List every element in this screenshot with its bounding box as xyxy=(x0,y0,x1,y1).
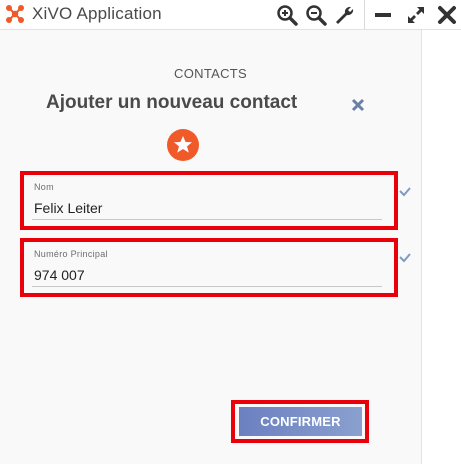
side-strip xyxy=(421,30,461,464)
zoom-in-icon[interactable] xyxy=(276,4,298,26)
confirm-button[interactable]: CONFIRMER xyxy=(239,407,362,436)
title-bar: XiVO Application xyxy=(0,0,461,30)
name-field-label: Nom xyxy=(34,182,54,192)
minimize-icon[interactable] xyxy=(372,4,394,26)
toolbar-separator xyxy=(364,0,365,29)
name-field-underline xyxy=(32,219,382,220)
xivo-logo-icon xyxy=(6,5,24,23)
phone-field[interactable] xyxy=(34,264,386,286)
star-icon xyxy=(174,136,192,153)
phone-field-underline xyxy=(32,286,382,287)
phone-field-group: Numéro Principal xyxy=(20,238,398,297)
close-form-icon[interactable] xyxy=(350,97,366,113)
phone-check-icon xyxy=(399,253,411,263)
phone-field-label: Numéro Principal xyxy=(34,249,108,259)
name-field-group: Nom xyxy=(20,171,398,230)
name-field[interactable] xyxy=(34,197,386,219)
section-label: CONTACTS xyxy=(174,66,247,81)
close-icon[interactable] xyxy=(436,4,458,26)
name-check-icon xyxy=(399,187,411,197)
app-title: XiVO Application xyxy=(32,4,162,23)
page-title: Ajouter un nouveau contact xyxy=(46,92,298,113)
maximize-icon[interactable] xyxy=(405,4,427,26)
zoom-out-icon[interactable] xyxy=(305,4,327,26)
favorite-star-icon[interactable] xyxy=(167,129,199,161)
wrench-icon[interactable] xyxy=(333,4,355,26)
